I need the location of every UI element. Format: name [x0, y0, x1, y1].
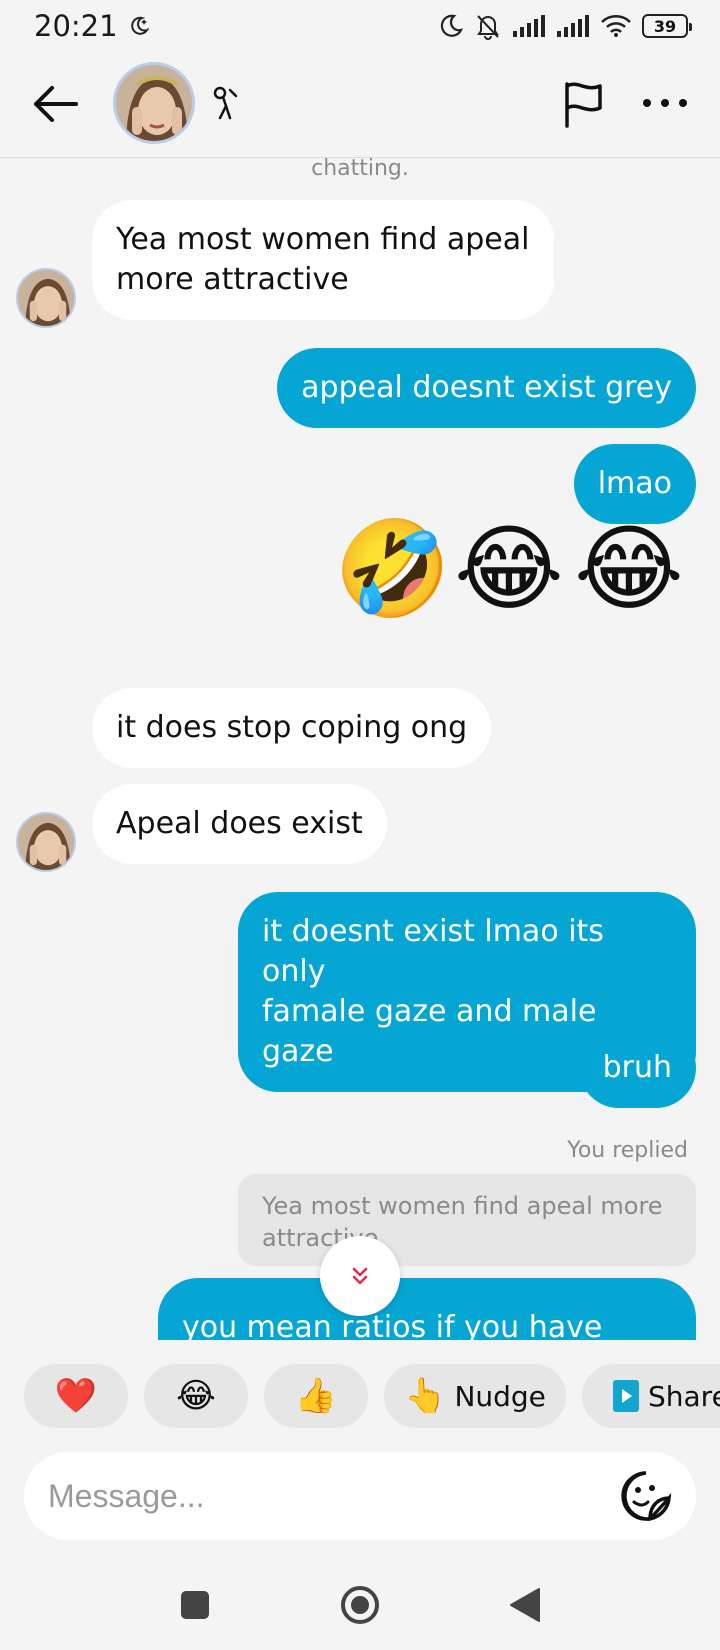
status-time: 20:21 — [34, 9, 118, 43]
laugh-icon: 😂 — [176, 1376, 216, 1416]
message-bubble-incoming[interactable]: it does stop coping ong — [92, 688, 492, 768]
pointing-hand-icon: 👆 — [404, 1376, 447, 1416]
message-bubble-outgoing[interactable]: you mean ratios if you have good — [158, 1278, 696, 1340]
avatar[interactable] — [16, 812, 76, 872]
nudge-label: Nudge — [454, 1379, 546, 1413]
bell-muted-icon — [477, 15, 499, 40]
wifi-icon — [601, 15, 631, 37]
avatar-image — [116, 65, 192, 141]
quick-reactions-bar: ❤️ 😂 👍 👆 Nudge Share — [0, 1364, 720, 1428]
nudge-button[interactable]: 👆 Nudge — [384, 1364, 566, 1428]
triangle-back-icon — [510, 1588, 540, 1622]
heart-icon: ❤️ — [54, 1376, 98, 1416]
zodiac-icon — [213, 86, 238, 120]
flag-icon[interactable] — [560, 80, 606, 128]
more-icon[interactable] — [640, 90, 690, 116]
share-button[interactable]: Share — [582, 1364, 720, 1428]
avatar[interactable] — [113, 62, 195, 144]
battery-icon: 39 — [642, 14, 692, 38]
signal-icon — [557, 15, 589, 37]
reaction-heart-button[interactable]: ❤️ — [24, 1364, 128, 1428]
moon-icon — [440, 14, 463, 37]
battery-level: 39 — [653, 16, 677, 36]
moon-star-icon — [130, 16, 150, 35]
system-note: chatting. — [311, 158, 409, 181]
message-bubble-incoming[interactable]: Apeal does exist — [92, 784, 387, 864]
scroll-to-bottom-button[interactable] — [320, 1236, 400, 1316]
avatar-image — [18, 814, 74, 870]
chat-header — [0, 52, 720, 158]
emoji-tears-of-joy[interactable]: 😂 — [574, 515, 684, 625]
home-button[interactable] — [335, 1580, 385, 1630]
message-bubble-incoming[interactable]: Yea most women find apeal more attractiv… — [92, 200, 554, 320]
reaction-thumbs-up-button[interactable]: 👍 — [264, 1364, 368, 1428]
message-bubble-outgoing[interactable]: lmao — [573, 444, 696, 524]
signal-icon — [513, 15, 545, 37]
system-navigation-bar — [0, 1560, 720, 1650]
chevron-double-down-icon — [352, 1267, 368, 1285]
thumbs-up-icon: 👍 — [294, 1376, 338, 1416]
back-button[interactable] — [500, 1580, 550, 1630]
share-label: Share — [648, 1379, 720, 1413]
reaction-laugh-button[interactable]: 😂 — [144, 1364, 248, 1428]
avatar-image — [18, 270, 74, 326]
message-bubble-outgoing[interactable]: appeal doesnt exist grey — [277, 348, 696, 428]
you-replied-label: You replied — [567, 1138, 688, 1163]
chat-area[interactable]: chatting. Yea most women find apeal more… — [0, 158, 720, 1340]
emoji-rofl[interactable]: 🤣 — [334, 515, 451, 625]
square-icon — [181, 1591, 209, 1619]
message-bubble-outgoing[interactable]: bruh — [578, 1028, 696, 1108]
back-arrow-icon[interactable] — [30, 82, 80, 126]
circle-icon — [341, 1586, 379, 1624]
sticker-icon[interactable] — [620, 1470, 672, 1522]
quoted-message[interactable]: Yea most women find apeal more attractiv… — [238, 1174, 696, 1266]
avatar[interactable] — [16, 268, 76, 328]
status-bar: 20:21 39 — [0, 0, 720, 52]
message-composer — [24, 1452, 696, 1540]
share-icon — [613, 1380, 639, 1412]
message-input[interactable] — [48, 1477, 620, 1515]
recent-apps-button[interactable] — [170, 1580, 220, 1630]
emoji-tears-of-joy[interactable]: 😂 — [454, 515, 564, 625]
